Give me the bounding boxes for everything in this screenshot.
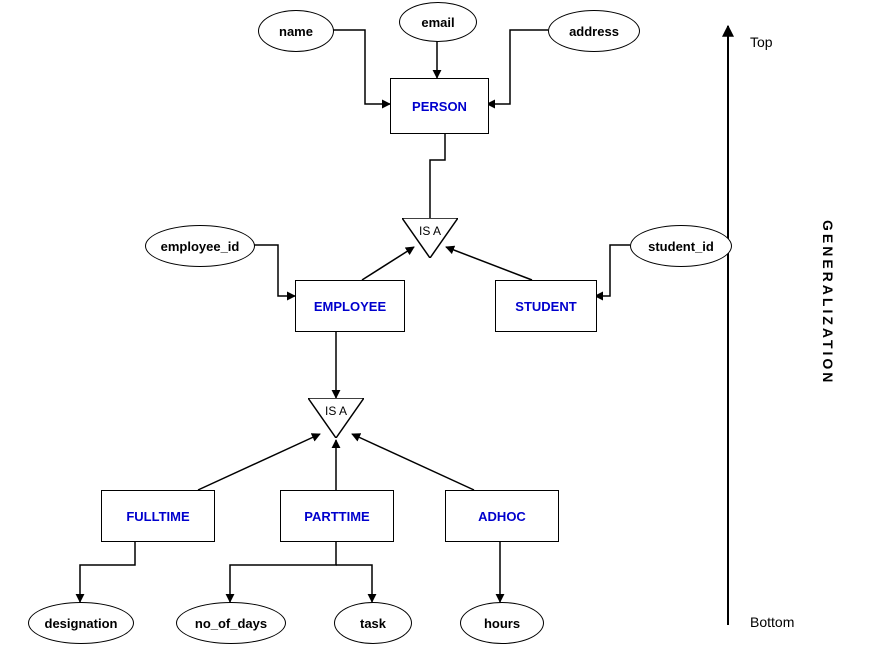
isa-node-2: IS A bbox=[308, 398, 364, 438]
attr-no-of-days-label: no_of_days bbox=[195, 616, 267, 631]
attr-task-label: task bbox=[360, 616, 386, 631]
attr-student-id: student_id bbox=[630, 225, 732, 267]
attr-designation: designation bbox=[28, 602, 134, 644]
entity-person: PERSON bbox=[390, 78, 489, 134]
annotation-bottom: Bottom bbox=[750, 614, 794, 630]
attr-hours: hours bbox=[460, 602, 544, 644]
annotation-top: Top bbox=[750, 34, 773, 50]
entity-employee-label: EMPLOYEE bbox=[314, 299, 386, 314]
attr-task: task bbox=[334, 602, 412, 644]
attr-no-of-days: no_of_days bbox=[176, 602, 286, 644]
attr-address-label: address bbox=[569, 24, 619, 39]
attr-address: address bbox=[548, 10, 640, 52]
er-diagram: name email address PERSON IS A employee_… bbox=[0, 0, 872, 662]
entity-person-label: PERSON bbox=[412, 99, 467, 114]
entity-fulltime: FULLTIME bbox=[101, 490, 215, 542]
attr-employee-id-label: employee_id bbox=[161, 239, 240, 254]
isa-node-1-label: IS A bbox=[402, 224, 458, 238]
attr-designation-label: designation bbox=[45, 616, 118, 631]
entity-student-label: STUDENT bbox=[515, 299, 576, 314]
attr-email: email bbox=[399, 2, 477, 42]
attr-student-id-label: student_id bbox=[648, 239, 714, 254]
attr-employee-id: employee_id bbox=[145, 225, 255, 267]
entity-fulltime-label: FULLTIME bbox=[126, 509, 189, 524]
entity-employee: EMPLOYEE bbox=[295, 280, 405, 332]
attr-hours-label: hours bbox=[484, 616, 520, 631]
isa-node-1: IS A bbox=[402, 218, 458, 258]
entity-student: STUDENT bbox=[495, 280, 597, 332]
entity-adhoc-label: ADHOC bbox=[478, 509, 526, 524]
attr-name-label: name bbox=[279, 24, 313, 39]
entity-parttime: PARTTIME bbox=[280, 490, 394, 542]
attr-name: name bbox=[258, 10, 334, 52]
annotation-generalization: GENERALIZATION bbox=[820, 220, 836, 385]
isa-node-2-label: IS A bbox=[308, 404, 364, 418]
attr-email-label: email bbox=[421, 15, 454, 30]
entity-parttime-label: PARTTIME bbox=[304, 509, 369, 524]
entity-adhoc: ADHOC bbox=[445, 490, 559, 542]
